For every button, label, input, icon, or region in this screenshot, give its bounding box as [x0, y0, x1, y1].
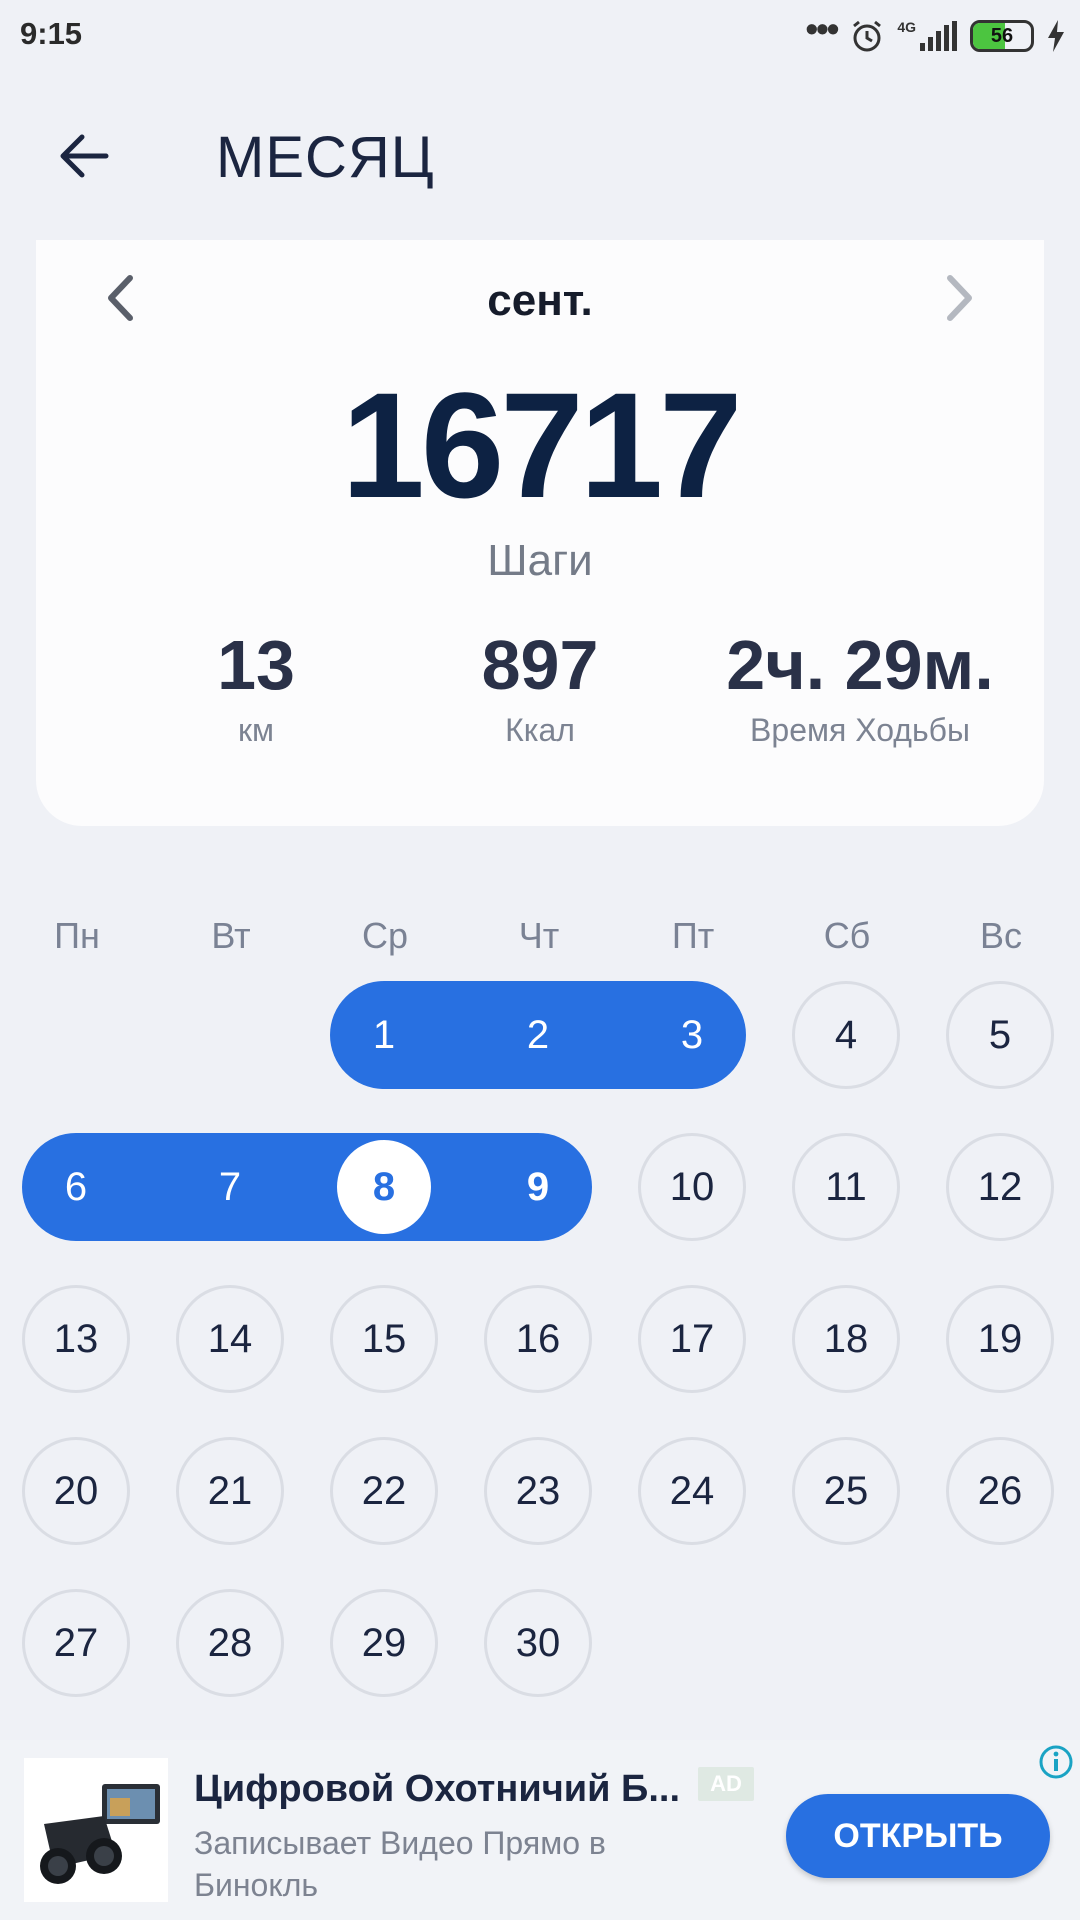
calendar-day-6[interactable]: 6 [22, 1133, 130, 1241]
battery-level: 56 [990, 24, 1014, 47]
ad-title: Цифровой Охотничий Б... [194, 1768, 681, 1810]
stat-walking-time: 2ч. 29м. Время Ходьбы [700, 630, 1020, 749]
ad-banner[interactable]: Цифровой Охотничий Б... AD Записывает Ви… [0, 1740, 1080, 1920]
calendar-day-21[interactable]: 21 [176, 1437, 284, 1545]
stat-label: Время Ходьбы [750, 712, 970, 748]
back-button[interactable] [52, 124, 116, 188]
alarm-icon [853, 20, 882, 52]
ad-description: Записывает Видео Прямо в Бинокль [194, 1825, 606, 1903]
calendar-day-5[interactable]: 5 [946, 981, 1054, 1089]
calendar-day-27[interactable]: 27 [22, 1589, 130, 1697]
ad-product-image [24, 1758, 168, 1902]
month-label: сент. [487, 276, 593, 325]
status-icons: ••• 4G 56 [806, 8, 1067, 58]
ad-badge: AD [698, 1767, 754, 1801]
calendar-day-20[interactable]: 20 [22, 1437, 130, 1545]
stat-label: Ккал [505, 712, 575, 748]
calendar-day-3[interactable]: 3 [638, 981, 746, 1089]
calendar-day-28[interactable]: 28 [176, 1589, 284, 1697]
calendar-day-17[interactable]: 17 [638, 1285, 746, 1393]
weekday-label: Сб [823, 915, 871, 956]
ad-open-button[interactable]: ОТКРЫТЬ [786, 1794, 1050, 1878]
weekday-label: Ср [361, 915, 409, 956]
calendar-day-18[interactable]: 18 [792, 1285, 900, 1393]
calendar-day-22[interactable]: 22 [330, 1437, 438, 1545]
calendar-day-2[interactable]: 2 [484, 981, 592, 1089]
calendar-day-7[interactable]: 7 [176, 1133, 284, 1241]
signal-icon [920, 21, 957, 51]
page-title: МЕСЯЦ [216, 125, 435, 190]
calendar-day-4[interactable]: 4 [792, 981, 900, 1089]
calendar-day-10[interactable]: 10 [638, 1133, 746, 1241]
calendar-day-13[interactable]: 13 [22, 1285, 130, 1393]
calendar-day-9[interactable]: 9 [484, 1133, 592, 1241]
calendar-day-16[interactable]: 16 [484, 1285, 592, 1393]
stat-distance: 13 км [96, 630, 416, 749]
calendar-day-15[interactable]: 15 [330, 1285, 438, 1393]
battery-icon: 56 [970, 20, 1034, 52]
weekday-label: Чт [518, 915, 560, 956]
calendar-day-19[interactable]: 19 [946, 1285, 1054, 1393]
calendar-day-1[interactable]: 1 [330, 981, 438, 1089]
stat-value: 897 [481, 626, 599, 704]
steps-total: 16717 [341, 361, 742, 529]
calendar-day-12[interactable]: 12 [946, 1133, 1054, 1241]
charging-icon [1048, 20, 1064, 52]
binoculars-image [40, 1784, 160, 1884]
calendar-day-23[interactable]: 23 [484, 1437, 592, 1545]
stat-value: 2ч. 29м. [726, 626, 994, 704]
calendar-day-29[interactable]: 29 [330, 1589, 438, 1697]
weekday-label: Пн [54, 915, 100, 956]
status-bar: 9:15 ••• 4G 56 [0, 0, 1080, 72]
calendar-day-14[interactable]: 14 [176, 1285, 284, 1393]
steps-label: Шаги [487, 536, 593, 585]
weekday-label: Пт [671, 915, 715, 956]
stat-calories: 897 Ккал [380, 630, 700, 749]
calendar-day-24[interactable]: 24 [638, 1437, 746, 1545]
next-month-button[interactable] [932, 270, 988, 326]
more-dots-icon: ••• [805, 8, 840, 49]
network-type: 4G [897, 19, 916, 35]
calendar-day-30[interactable]: 30 [484, 1589, 592, 1697]
weekday-label: Вт [211, 915, 251, 956]
calendar-day-8[interactable]: 8 [337, 1140, 431, 1234]
summary-card: сент. 16717 Шаги 13 км 897 Ккал 2ч. 29м.… [36, 240, 1044, 826]
stat-value: 13 [217, 626, 295, 704]
weekday-label: Вс [979, 915, 1022, 956]
chevron-right-icon [947, 275, 972, 321]
status-time: 9:15 [20, 16, 83, 51]
calendar-day-25[interactable]: 25 [792, 1437, 900, 1545]
info-icon[interactable] [1038, 1744, 1074, 1780]
calendar-day-11[interactable]: 11 [792, 1133, 900, 1241]
calendar-day-26[interactable]: 26 [946, 1437, 1054, 1545]
month-navigator: сент. [36, 240, 1044, 350]
stat-label: км [238, 712, 274, 748]
arrow-left-icon [60, 134, 109, 178]
